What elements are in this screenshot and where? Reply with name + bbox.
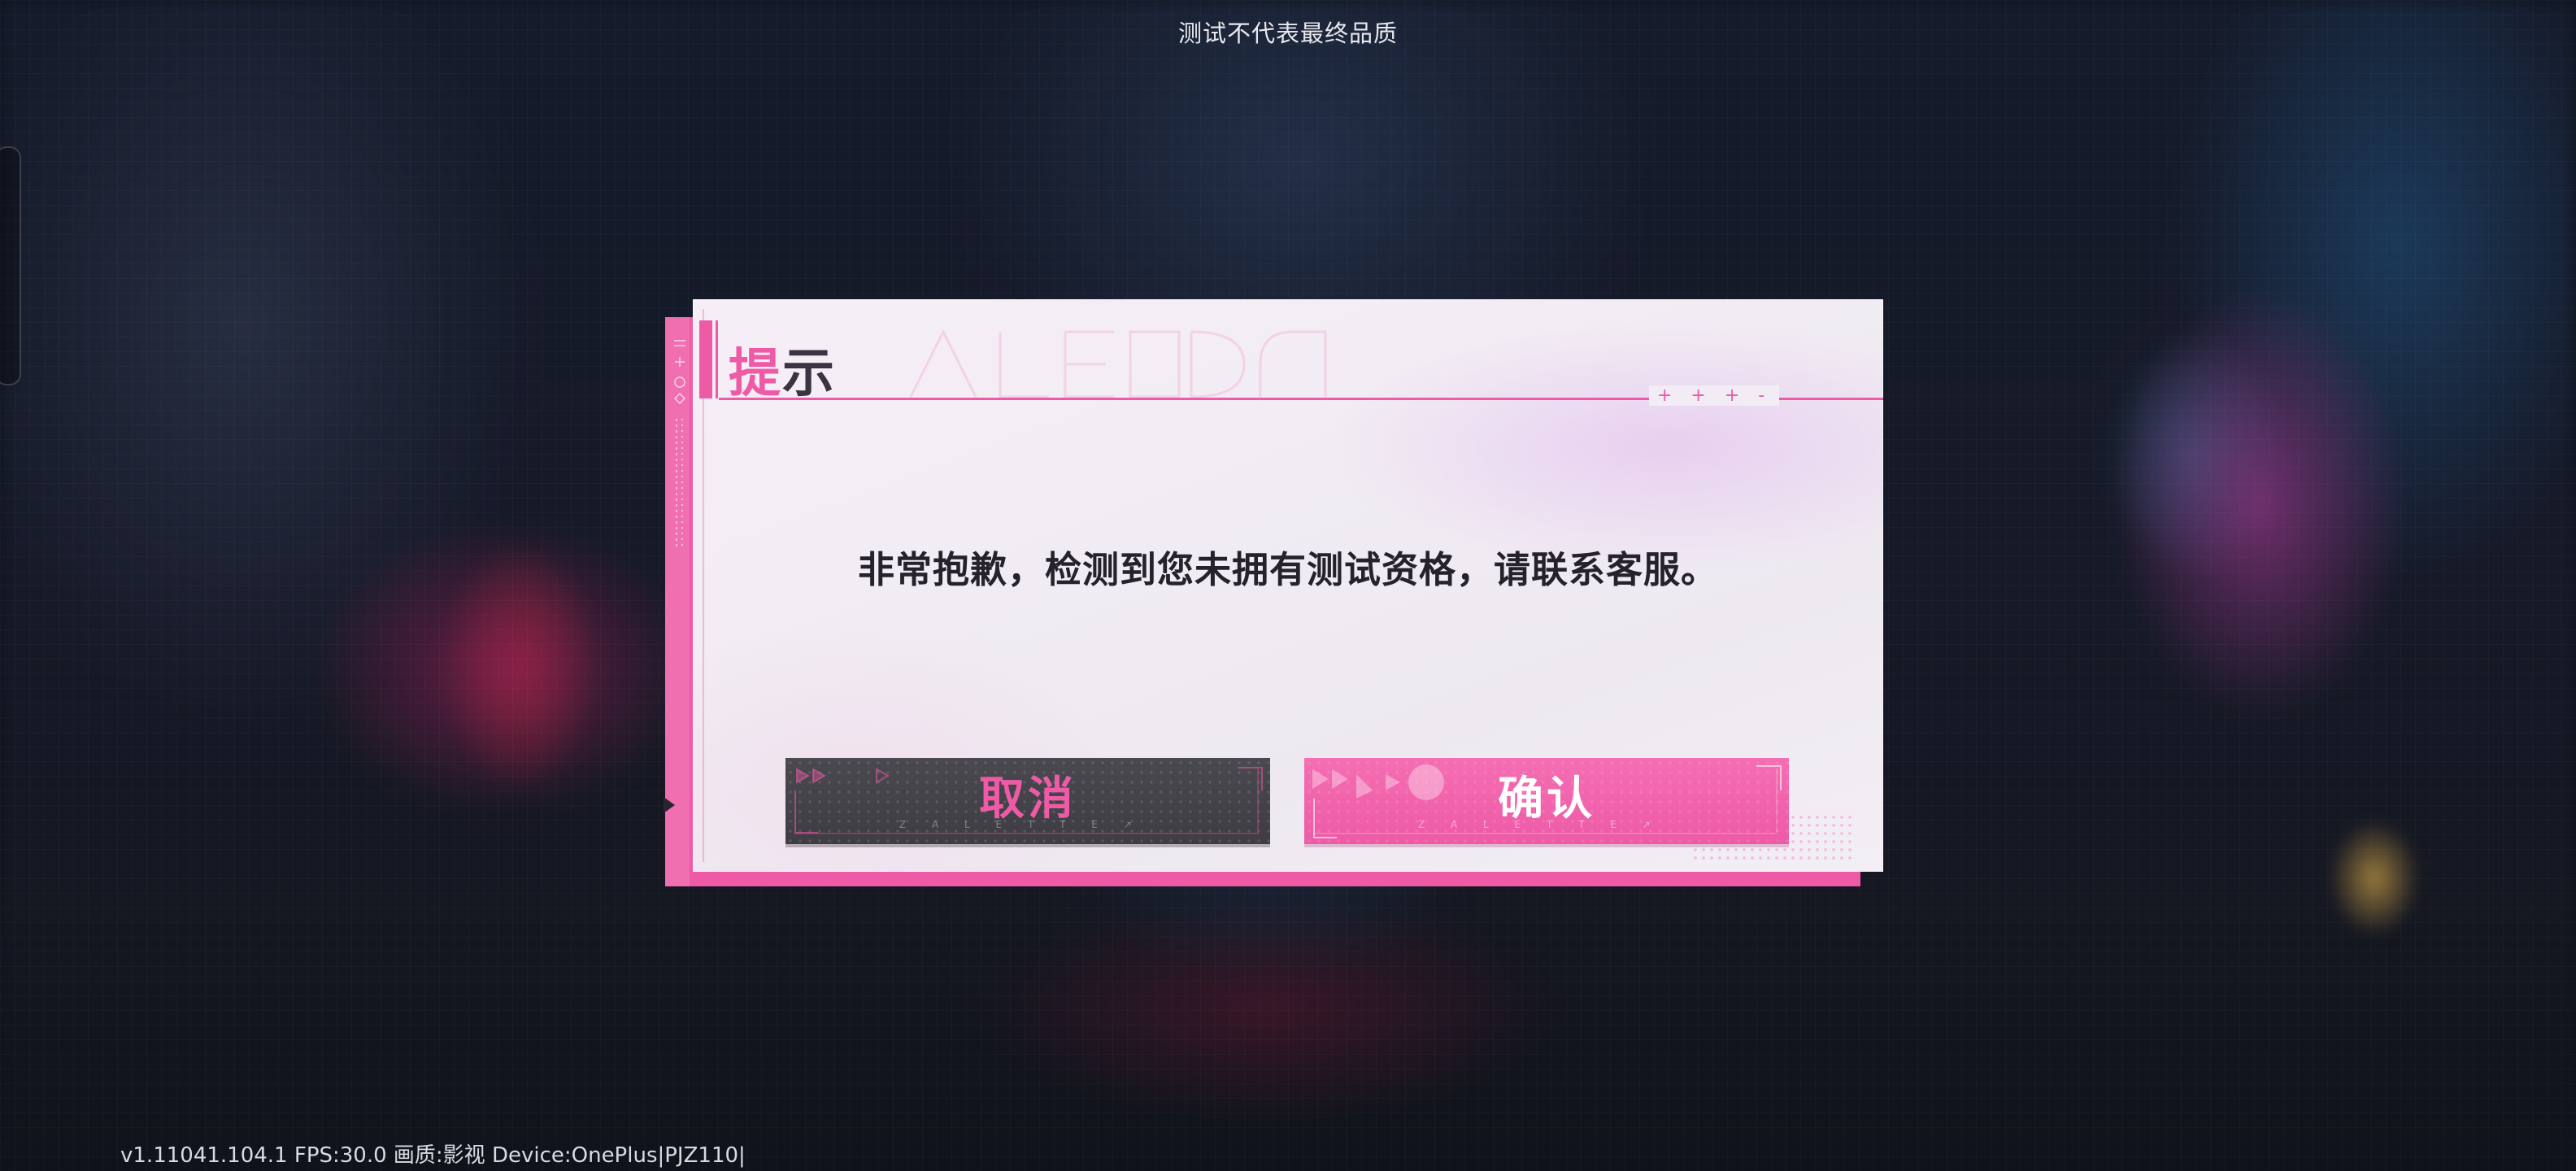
test-quality-notice: 测试不代表最终品质	[1177, 20, 1398, 47]
side-strip-ornament-icon	[673, 340, 686, 549]
dialog-title: 提示	[729, 332, 836, 407]
dialog-title-first-char: 提	[729, 343, 782, 404]
cancel-button[interactable]: Z A L E T T E ↗ 取消	[785, 758, 1270, 844]
panel-corner-dot-pattern	[1691, 813, 1854, 862]
dialog-message: 非常抱歉，检测到您未拥有测试资格，请联系客服。	[857, 548, 1718, 591]
edge-handle	[0, 146, 21, 385]
game-screen: 测试不代表最终品质 提示 + + + - 非常抱歉，检测到您未拥有测试资格，请联…	[0, 0, 2576, 1171]
dialog-pointer-icon	[664, 797, 675, 813]
title-accent-bar	[699, 320, 712, 398]
cancel-button-label: 取消	[979, 772, 1077, 825]
title-accent-line	[716, 320, 718, 398]
title-sparkle-decoration: + + + -	[1649, 385, 1780, 406]
dialog-title-rest: 示	[782, 343, 836, 404]
build-info-footer: v1.11041.104.1 FPS:30.0 画质:影视 Device:One…	[120, 1143, 746, 1168]
